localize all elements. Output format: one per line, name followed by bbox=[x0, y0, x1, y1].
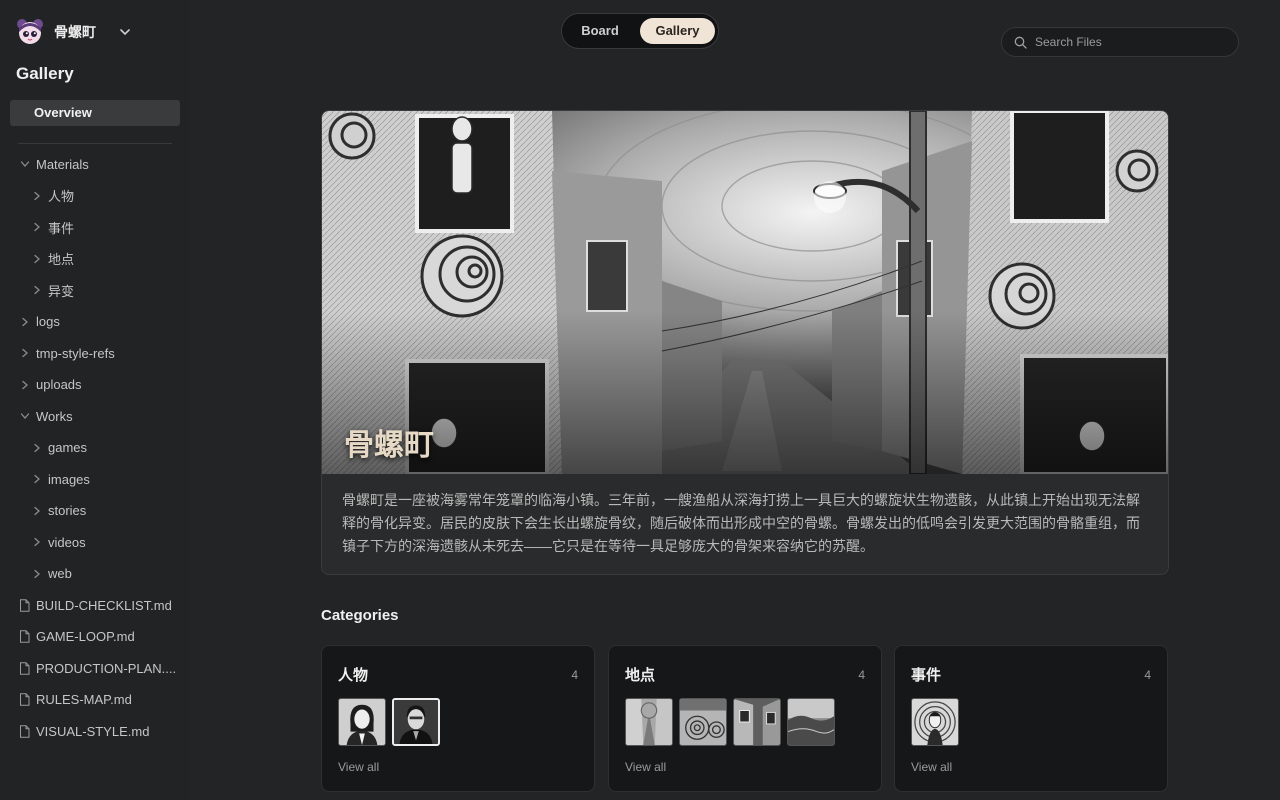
sidebar-folder-item[interactable]: tmp-style-refs bbox=[20, 342, 115, 364]
portrait-man-thumb[interactable] bbox=[392, 698, 440, 746]
chevron-right-icon bbox=[34, 474, 40, 484]
sidebar-file-item[interactable]: PRODUCTION-PLAN.... bbox=[19, 657, 176, 679]
sidebar-folder-item[interactable]: 事件 bbox=[32, 216, 74, 238]
chevron-right-icon bbox=[34, 569, 40, 578]
sidebar-folder-item[interactable]: logs bbox=[20, 311, 60, 333]
spiral-wall-thumb[interactable] bbox=[679, 698, 727, 746]
hero-title: 骨螺町 bbox=[344, 428, 434, 463]
category-thumbnails bbox=[338, 698, 440, 746]
file-icon bbox=[20, 661, 30, 675]
tree-item-label: uploads bbox=[36, 377, 82, 392]
file-icon bbox=[20, 693, 30, 706]
chevron-right-icon bbox=[34, 222, 40, 232]
view-toggle: Board Gallery bbox=[561, 13, 719, 49]
category-thumbnails bbox=[625, 698, 835, 746]
category-count: 4 bbox=[1144, 668, 1151, 682]
tree-item-label: logs bbox=[36, 314, 60, 329]
chevron-right-icon bbox=[22, 380, 28, 389]
tree-item-label: games bbox=[48, 440, 88, 455]
sidebar-folder-item[interactable]: stories bbox=[32, 500, 86, 522]
view-all-link[interactable]: View all bbox=[338, 760, 379, 774]
tab-board[interactable]: Board bbox=[568, 18, 632, 44]
alley-thumb[interactable] bbox=[733, 698, 781, 746]
file-icon bbox=[20, 598, 30, 612]
category-thumbnails bbox=[911, 698, 959, 746]
tree-item-label: images bbox=[48, 471, 90, 487]
category-card-locations[interactable]: 地点 4 View all bbox=[608, 645, 882, 792]
chevron-right-icon bbox=[34, 506, 40, 515]
chevron-down-icon bbox=[20, 413, 30, 419]
tree-item-label: PRODUCTION-PLAN.... bbox=[36, 660, 177, 676]
tree-item-label: stories bbox=[48, 503, 87, 518]
tree-item-label: 地点 bbox=[48, 252, 75, 267]
sidebar-file-item[interactable]: RULES-MAP.md bbox=[19, 689, 132, 711]
spiral-figure-thumb[interactable] bbox=[911, 698, 959, 746]
category-count: 4 bbox=[858, 668, 865, 682]
street-thumb[interactable] bbox=[625, 698, 673, 746]
tree-item-label: GAME-LOOP.md bbox=[36, 629, 135, 644]
chevron-right-icon bbox=[22, 317, 28, 326]
tree-item-label: RULES-MAP.md bbox=[36, 692, 132, 707]
chevron-down-icon bbox=[20, 161, 30, 167]
tree-item-label: videos bbox=[48, 534, 86, 550]
category-name: 事件 bbox=[911, 667, 942, 684]
sidebar-folder-item[interactable]: 异变 bbox=[32, 279, 74, 301]
chevron-down-icon bbox=[120, 29, 130, 36]
mascot-logo-icon bbox=[17, 19, 43, 44]
tab-gallery[interactable]: Gallery bbox=[640, 18, 715, 44]
category-count: 4 bbox=[571, 668, 578, 682]
tree-item-label: Materials bbox=[36, 156, 89, 172]
category-card-people[interactable]: 人物 4 View all bbox=[321, 645, 595, 792]
sidebar-title: Gallery bbox=[16, 64, 74, 83]
sidebar-file-item[interactable]: BUILD-CHECKLIST.md bbox=[19, 594, 172, 616]
search-icon bbox=[1014, 36, 1027, 49]
hero-image bbox=[322, 111, 1168, 474]
sidebar-folder-item[interactable]: images bbox=[32, 468, 90, 490]
chevron-right-icon bbox=[34, 254, 40, 263]
sidebar-folder-item[interactable]: uploads bbox=[20, 374, 82, 396]
sidebar-file-item[interactable]: VISUAL-STYLE.md bbox=[19, 720, 149, 742]
sidebar-folder-item[interactable]: 地点 bbox=[32, 248, 74, 270]
file-icon bbox=[20, 724, 30, 738]
workspace-name: 骨螺町 bbox=[54, 24, 96, 40]
sidebar-folder-item[interactable]: videos bbox=[32, 531, 86, 553]
sidebar-folder-item[interactable]: Materials bbox=[20, 153, 89, 175]
landscape-thumb[interactable] bbox=[787, 698, 835, 746]
chevron-right-icon bbox=[22, 348, 28, 358]
sidebar-folder-item[interactable]: 人物 bbox=[32, 185, 74, 207]
file-icon bbox=[20, 630, 30, 643]
sidebar-folder-item[interactable]: Works bbox=[20, 405, 73, 427]
chevron-right-icon bbox=[34, 443, 40, 452]
sidebar-folder-item[interactable]: games bbox=[32, 437, 87, 459]
chevron-right-icon bbox=[34, 191, 40, 200]
view-all-link[interactable]: View all bbox=[911, 760, 952, 774]
search-bar bbox=[1001, 27, 1239, 57]
chevron-right-icon bbox=[34, 537, 40, 547]
tree-item-label: tmp-style-refs bbox=[36, 345, 115, 361]
tree-item-label: 事件 bbox=[48, 220, 75, 236]
tree-item-label: 异变 bbox=[48, 283, 75, 299]
search-input[interactable] bbox=[1035, 35, 1215, 49]
category-name: 人物 bbox=[338, 667, 369, 684]
sidebar-folder-item[interactable]: web bbox=[32, 563, 72, 585]
tree-item-label: 人物 bbox=[48, 189, 75, 204]
tree-item-label: VISUAL-STYLE.md bbox=[36, 723, 150, 739]
view-all-link[interactable]: View all bbox=[625, 760, 666, 774]
hero-description: 骨螺町是一座被海雾常年笼罩的临海小镇。三年前，一艘渔船从深海打捞上一具巨大的螺旋… bbox=[342, 492, 1140, 554]
sidebar-item-overview[interactable]: Overview bbox=[10, 100, 180, 126]
categories-heading: Categories bbox=[321, 607, 399, 624]
sidebar-divider bbox=[18, 143, 172, 144]
sidebar: 骨螺町 Gallery Overview Materials 人物事件地点异变 lo… bbox=[0, 0, 190, 800]
sidebar-file-item[interactable]: GAME-LOOP.md bbox=[19, 626, 135, 648]
category-card-events[interactable]: 事件 4 View all bbox=[894, 645, 1168, 792]
tree-item-label: BUILD-CHECKLIST.md bbox=[36, 597, 172, 613]
category-name: 地点 bbox=[625, 667, 656, 684]
chevron-right-icon bbox=[34, 285, 40, 295]
workspace-switcher[interactable]: 骨螺町 bbox=[16, 18, 132, 46]
tree-item-label: Works bbox=[36, 408, 73, 424]
hero-card: 骨螺町 骨螺町是一座被海雾常年笼罩的临海小镇。三年前，一艘渔船从深海打捞上一具巨… bbox=[321, 110, 1169, 575]
portrait-woman-thumb[interactable] bbox=[338, 698, 386, 746]
tree-item-label: web bbox=[48, 566, 72, 581]
